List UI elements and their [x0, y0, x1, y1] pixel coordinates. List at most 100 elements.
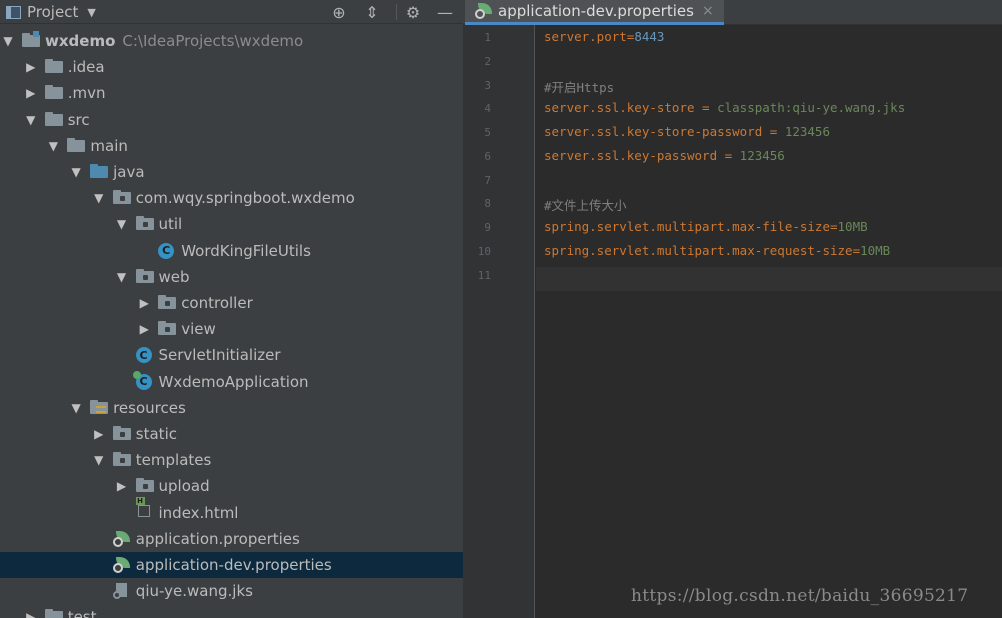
- line-number: 1: [484, 31, 491, 44]
- tree-item-static[interactable]: ▶ static: [0, 421, 463, 447]
- collapse-arrow-icon[interactable]: ▶: [93, 421, 105, 447]
- expand-arrow-icon[interactable]: ▼: [70, 395, 82, 421]
- property-value: 10MB: [860, 242, 891, 258]
- tree-item-label: .mvn: [67, 84, 106, 103]
- code-line: #文件上传大小: [544, 195, 627, 214]
- editor-tab-bar: application-dev.properties ×: [463, 0, 1002, 25]
- property-key: spring.servlet.multipart.max-file-size: [544, 219, 830, 234]
- chevron-down-icon[interactable]: ▼: [87, 6, 95, 19]
- tree-item-label: application.properties: [135, 529, 300, 548]
- tree-item-label: com.wqy.springboot.wxdemo: [135, 189, 355, 208]
- collapse-arrow-icon[interactable]: ▶: [25, 604, 37, 618]
- expand-arrow-icon[interactable]: ▼: [93, 185, 105, 211]
- gear-icon[interactable]: ⚙: [403, 2, 423, 22]
- code-line: spring.servlet.multipart.max-file-size=1…: [544, 219, 868, 234]
- tree-item-icon: [44, 609, 63, 618]
- tree-item-servletinitializer[interactable]: C ServletInitializer: [0, 342, 463, 368]
- tree-item-wxdemoapplication[interactable]: C WxdemoApplication: [0, 369, 463, 395]
- tree-item-templates[interactable]: ▼ templates: [0, 447, 463, 473]
- tree-item-index-html[interactable]: Hindex.html: [0, 496, 463, 526]
- spring-leaf-icon: [475, 3, 493, 19]
- tree-item-resources[interactable]: ▼ resources: [0, 395, 463, 421]
- comment-text: #开启Https: [544, 79, 615, 95]
- tree-item-label: web: [158, 267, 190, 286]
- tree-item-label: qiu-ye.wang.jks: [135, 582, 253, 601]
- expand-arrow-icon[interactable]: ▼: [70, 159, 82, 185]
- expand-arrow-icon[interactable]: ▼: [116, 264, 128, 290]
- line-number: 4: [484, 102, 491, 116]
- project-view-selector[interactable]: Project ▼: [6, 2, 96, 22]
- tree-item-icon: [112, 426, 131, 442]
- tree-item-label: view: [181, 320, 216, 339]
- collapse-arrow-icon[interactable]: ▶: [25, 80, 37, 106]
- tree-item-label: wxdemo: [45, 32, 116, 50]
- current-line-highlight: [536, 267, 1002, 291]
- tree-item-upload[interactable]: ▶ upload: [0, 473, 463, 499]
- expand-arrow-icon[interactable]: ▼: [2, 28, 14, 54]
- collapse-arrow-icon[interactable]: ▶: [138, 290, 150, 316]
- tree-item-icon: [158, 321, 177, 337]
- line-number: 3: [484, 78, 491, 92]
- module-path: C:\IdeaProjects\wxdemo: [122, 32, 304, 50]
- collapse-arrow-icon[interactable]: ▶: [25, 54, 37, 80]
- tree-item-label: java: [113, 163, 145, 181]
- line-number: 7: [484, 173, 491, 187]
- tree-item-view[interactable]: ▶ view: [0, 316, 463, 342]
- tree-item-icon: [112, 557, 131, 573]
- tree-item-idea[interactable]: ▶ .idea: [0, 54, 463, 80]
- property-separator: =: [694, 100, 718, 116]
- tree-item-label: WordKingFileUtils: [181, 241, 311, 260]
- tree-item-wxdemo[interactable]: ▼ wxdemo C:\IdeaProjects\wxdemo: [0, 28, 463, 54]
- tree-item-icon: [158, 295, 177, 311]
- class-icon: C: [135, 347, 152, 364]
- tree-item-mvn[interactable]: ▶ .mvn: [0, 80, 463, 106]
- tree-item-icon: [112, 452, 131, 468]
- tree-item-application-dev-properties[interactable]: application-dev.properties: [0, 552, 463, 578]
- expand-arrow-icon[interactable]: ▼: [116, 211, 128, 237]
- tree-item-web[interactable]: ▼ web: [0, 264, 463, 290]
- tab-application-dev-properties[interactable]: application-dev.properties ×: [465, 0, 724, 25]
- tree-item-icon: [90, 164, 109, 180]
- tree-item-com-wqy-springboot-wxdemo[interactable]: ▼ com.wqy.springboot.wxdemo: [0, 185, 463, 211]
- tree-item-java[interactable]: ▼ java: [0, 159, 463, 185]
- header-divider: [396, 4, 397, 20]
- hide-panel-icon[interactable]: —: [435, 2, 455, 22]
- tree-item-icon: [44, 59, 63, 75]
- property-key: spring.servlet.multipart.max-request-siz…: [544, 242, 853, 258]
- property-separator: =: [829, 219, 838, 234]
- tab-label: application-dev.properties: [498, 2, 694, 20]
- collapse-arrow-icon[interactable]: ▶: [138, 316, 150, 342]
- tree-item-controller[interactable]: ▶ controller: [0, 290, 463, 316]
- close-icon[interactable]: ×: [702, 3, 714, 19]
- tree-item-label: ServletInitializer: [158, 346, 281, 365]
- tree-item-label: application-dev.properties: [135, 556, 332, 574]
- collapse-all-icon[interactable]: ⇕: [362, 2, 382, 22]
- tree-item-icon: C: [132, 370, 154, 390]
- property-value: 10MB: [837, 219, 868, 234]
- tree-item-main[interactable]: ▼ main: [0, 133, 463, 159]
- line-number: 6: [484, 149, 491, 163]
- property-key: server.ssl.key-store-password: [544, 124, 763, 139]
- tree-item-icon: [67, 137, 86, 154]
- collapse-arrow-icon[interactable]: ▶: [116, 473, 128, 499]
- expand-arrow-icon[interactable]: ▼: [47, 133, 59, 159]
- project-panel-title: Project: [27, 3, 79, 21]
- property-value: 123456: [784, 124, 830, 139]
- tree-item-icon: [135, 216, 154, 232]
- expand-arrow-icon[interactable]: ▼: [93, 447, 105, 473]
- tree-item-label: resources: [113, 398, 186, 417]
- locate-file-icon[interactable]: ⊕: [329, 2, 349, 22]
- tree-item-util[interactable]: ▼ util: [0, 211, 463, 237]
- tree-item-label: .idea: [67, 58, 105, 77]
- tree-item-test[interactable]: ▶ test: [0, 604, 463, 618]
- tree-item-qiu-ye-wang-jks[interactable]: qiu-ye.wang.jks: [0, 578, 463, 604]
- expand-arrow-icon[interactable]: ▼: [25, 107, 37, 133]
- property-value: 8443: [634, 29, 665, 44]
- line-number: 11: [477, 268, 491, 282]
- tree-item-wordkingfileutils[interactable]: C WordKingFileUtils: [0, 238, 463, 264]
- property-key: server.ssl.key-password: [544, 147, 718, 163]
- tree-item-application-properties[interactable]: application.properties: [0, 526, 463, 552]
- tree-item-src[interactable]: ▼ src: [0, 107, 463, 133]
- tree-item-icon: [135, 268, 154, 285]
- tree-item-label: templates: [135, 451, 212, 470]
